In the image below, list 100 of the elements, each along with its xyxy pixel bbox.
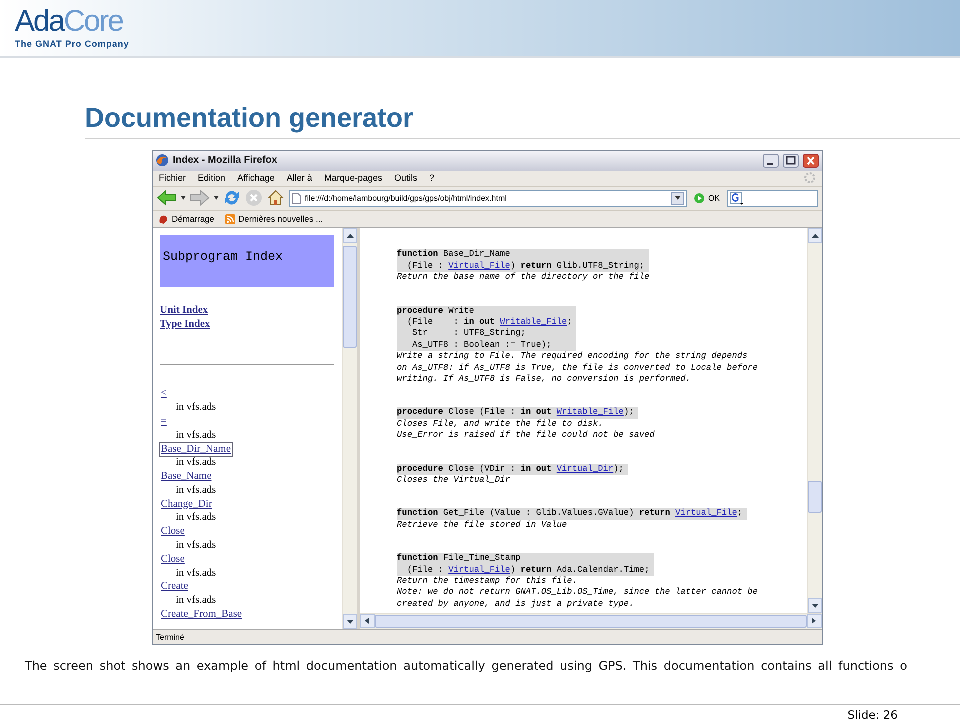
subprogram-link[interactable]: Create_From_Base (160, 608, 244, 622)
unit-file-text: in vfs.ads (175, 566, 216, 580)
throbber-icon (804, 172, 816, 184)
company-logo: AdaCore The GNAT Pro Company (15, 7, 130, 49)
code-text: (File : (406, 316, 460, 328)
keyword: return (520, 564, 552, 576)
menu-item[interactable]: Marque-pages (324, 173, 382, 184)
code-text: ); (624, 407, 634, 419)
menu-item[interactable]: Edition (198, 173, 226, 184)
code-text: Close (VDir : (448, 464, 517, 475)
unit-file-text: in vfs.ads (175, 428, 216, 442)
unit-file-text: in vfs.ads (175, 511, 216, 526)
keyword: procedure (397, 407, 444, 419)
type-link[interactable]: Writable_File (500, 316, 568, 328)
vertical-scrollbar[interactable] (807, 228, 822, 614)
doc-comment: Closes the Virtual_Dir (397, 475, 512, 486)
slide-title: Documentation generator (85, 102, 414, 134)
code-text: ) (510, 260, 517, 272)
window-title: Index - Mozilla Firefox (173, 155, 278, 166)
code-text: Glib.UTF8_String; (556, 260, 645, 272)
menu-item[interactable]: Affichage (238, 173, 275, 184)
scroll-thumb[interactable] (808, 481, 822, 514)
type-link[interactable]: Writable_File (556, 407, 624, 419)
address-field[interactable]: file:///d:/home/lambourg/build/gps/gps/obj/html/index.html (289, 190, 688, 207)
type-link[interactable]: Virtual_File (448, 564, 510, 576)
keyword: return (639, 508, 672, 520)
scroll-arrow-icon[interactable] (812, 602, 818, 609)
subprogram-link[interactable]: < (160, 387, 168, 402)
bookmark-icon[interactable] (158, 214, 169, 224)
subprogram-link[interactable]: Create (160, 580, 190, 594)
subprogram-link[interactable]: Close (160, 525, 186, 540)
keyword: procedure (397, 306, 444, 317)
scroll-thumb[interactable] (375, 615, 807, 628)
doc-comment: Closes File, and write the file to disk. (397, 418, 604, 430)
type-link[interactable]: Virtual_File (676, 508, 738, 520)
menu-item[interactable]: Aller à (286, 173, 312, 184)
dropdown-arrow-icon[interactable] (674, 196, 681, 200)
subprogram-link[interactable]: = (160, 414, 168, 429)
vertical-scrollbar[interactable] (342, 228, 357, 630)
scroll-arrow-icon[interactable] (364, 618, 371, 624)
code-text: Get_File (Value : Glib.Values.GValue) (442, 508, 636, 520)
minimize-icon[interactable] (763, 154, 779, 168)
keyword: function (397, 249, 438, 261)
code-text: Str : UTF8_String; (411, 328, 526, 340)
slide-number: Slide: 26 (848, 708, 898, 720)
type-link[interactable]: Virtual_Dir (556, 464, 614, 475)
scroll-arrow-icon[interactable] (346, 618, 354, 625)
subprogram-link[interactable]: Close (160, 552, 186, 567)
status-text: Terminé (156, 632, 184, 642)
code-text: ) (510, 564, 517, 576)
doc-comment: Note: we do not return GNAT.OS_Lib.OS_Time, since the latter cannot be (397, 587, 759, 599)
menu-item[interactable]: ? (430, 173, 435, 184)
dropdown-arrow-icon[interactable] (181, 196, 186, 200)
index-link[interactable]: Type Index (160, 318, 342, 332)
close-icon[interactable] (803, 154, 819, 168)
menu-item[interactable]: Outils (394, 173, 418, 184)
bookmark-link[interactable]: Démarrage (172, 214, 215, 224)
doc-comment: Retrieve the file stored in Value (397, 520, 568, 532)
index-heading: Subprogram Index (162, 250, 284, 264)
code-text: ; (567, 316, 572, 328)
code-text: (File : (406, 564, 444, 576)
page-icon (292, 192, 301, 204)
maximize-icon[interactable] (783, 154, 799, 168)
subprogram-link[interactable]: Change_Dir (160, 498, 214, 512)
code-text: ); (614, 464, 624, 475)
go-button[interactable]: OK (691, 192, 723, 204)
horizontal-scrollbar[interactable] (360, 613, 822, 630)
scroll-arrow-icon[interactable] (812, 232, 818, 239)
type-link[interactable]: Virtual_File (448, 260, 510, 272)
doc-comment: Return the timestamp for this file. (397, 576, 578, 588)
scroll-thumb[interactable] (343, 246, 357, 348)
scroll-arrow-icon[interactable] (811, 618, 818, 624)
keyword: in out (464, 316, 496, 328)
index-link[interactable]: Unit Index (160, 304, 342, 318)
doc-comment: Return the base name of the directory or the file (397, 272, 651, 284)
code-text: Base_Dir_Name (442, 249, 510, 261)
subprogram-link[interactable]: Base_Name (160, 470, 213, 484)
go-icon (694, 192, 706, 204)
subprogram-link[interactable]: Base_Dir_Name (160, 442, 232, 456)
doc-comment: on As_UTF8: if As_UTF8 is True, the file is converted to Locale before (397, 362, 759, 374)
scroll-arrow-icon[interactable] (346, 232, 354, 239)
doc-comment: writing. If As_UTF8 is False, no conversion is performed. (397, 374, 692, 386)
feed-icon[interactable] (224, 214, 236, 224)
code-text: ; (737, 508, 743, 520)
code-text: Close (File : (448, 407, 517, 419)
unit-file-text: in vfs.ads (175, 484, 216, 498)
home-icon[interactable] (267, 189, 285, 208)
unit-file-text: in vfs.ads (175, 456, 216, 470)
back-arrow-icon[interactable] (157, 190, 177, 206)
doc-comment: Use_Error is raised if the file could not be saved (397, 430, 656, 442)
code-text: File_Time_Stamp (442, 553, 521, 565)
menu-item[interactable]: Fichier (159, 173, 186, 184)
keyword: function (397, 508, 438, 520)
code-text: Ada.Calendar.Time; (556, 564, 650, 576)
keyword: procedure (397, 464, 444, 475)
doc-comment: created by anyone, and is just a private type. (397, 598, 636, 610)
dropdown-arrow-icon[interactable] (214, 196, 219, 200)
keyword: return (520, 260, 552, 272)
search-field[interactable] (727, 190, 818, 207)
bookmark-link[interactable]: Dernières nouvelles ... (238, 214, 324, 224)
